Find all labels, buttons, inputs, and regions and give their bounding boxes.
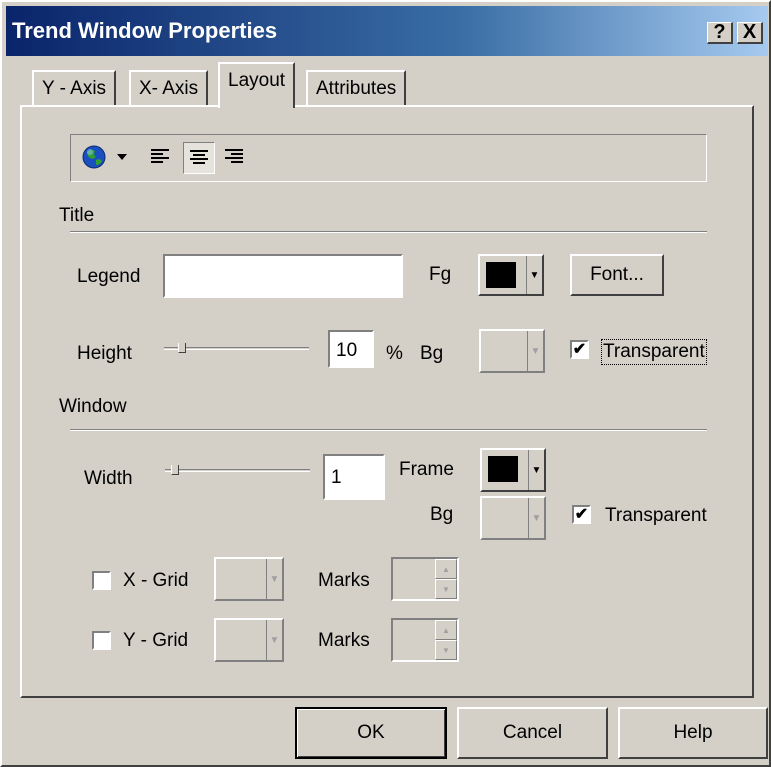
xgrid-color-picker[interactable]: ▼ bbox=[214, 557, 284, 601]
xgrid-marks-up-icon[interactable]: ▲ bbox=[435, 559, 457, 579]
fg-dropdown-arrow-icon: ▼ bbox=[526, 256, 542, 294]
height-input-value: 10 bbox=[336, 340, 358, 361]
ygrid-color-picker[interactable]: ▼ bbox=[214, 618, 284, 662]
title-separator bbox=[70, 231, 707, 233]
title-transparent-label[interactable]: Transparent bbox=[601, 339, 707, 365]
window-transparent-checkbox[interactable]: ✔ bbox=[572, 505, 591, 524]
fg-color-swatch bbox=[486, 262, 516, 288]
font-button[interactable]: Font... bbox=[570, 254, 664, 296]
tab-panel-layout bbox=[20, 105, 754, 698]
frame-dropdown-arrow-icon: ▼ bbox=[528, 450, 544, 490]
cancel-button-label: Cancel bbox=[502, 722, 563, 743]
title-bar[interactable]: Trend Window Properties ? X bbox=[6, 6, 768, 56]
ok-button-label: OK bbox=[357, 722, 385, 743]
ok-button[interactable]: OK bbox=[295, 707, 447, 759]
height-input[interactable]: 10 bbox=[328, 330, 374, 368]
help-caption-button[interactable]: ? bbox=[707, 22, 733, 44]
window-transparent-label[interactable]: Transparent bbox=[605, 505, 707, 527]
xgrid-dropdown-arrow-icon: ▼ bbox=[266, 559, 282, 599]
ygrid-marks-spinner[interactable]: ▲ ▼ bbox=[391, 618, 459, 662]
ygrid-marks-label: Marks bbox=[318, 630, 370, 651]
globe-icon[interactable] bbox=[79, 142, 109, 172]
title-format-toolbar bbox=[70, 134, 707, 182]
width-input-value: 1 bbox=[331, 467, 342, 488]
title-bg-color-picker[interactable]: ▼ bbox=[479, 329, 545, 373]
xgrid-marks-down-icon[interactable]: ▼ bbox=[435, 579, 457, 599]
ygrid-checkbox[interactable] bbox=[92, 631, 111, 650]
ygrid-marks-down-icon[interactable]: ▼ bbox=[435, 640, 457, 660]
ygrid-label[interactable]: Y - Grid bbox=[123, 630, 188, 652]
help-button-label: Help bbox=[673, 722, 713, 743]
width-slider-thumb[interactable] bbox=[171, 465, 179, 475]
xgrid-marks-label: Marks bbox=[318, 570, 370, 591]
title-bg-dropdown-arrow-icon: ▼ bbox=[527, 331, 543, 371]
width-input[interactable]: 1 bbox=[323, 454, 385, 500]
xgrid-label[interactable]: X - Grid bbox=[123, 570, 188, 592]
fg-label: Fg bbox=[429, 264, 452, 285]
ygrid-dropdown-arrow-icon: ▼ bbox=[266, 620, 282, 660]
title-section-heading: Title bbox=[59, 205, 95, 226]
xgrid-marks-spinner[interactable]: ▲ ▼ bbox=[391, 557, 459, 601]
window-title: Trend Window Properties bbox=[12, 18, 278, 43]
legend-input[interactable] bbox=[163, 254, 403, 298]
tab-layout[interactable]: Layout bbox=[218, 62, 296, 108]
tab-y-axis[interactable]: Y - Axis bbox=[32, 70, 117, 106]
tab-attributes[interactable]: Attributes bbox=[306, 70, 407, 106]
title-transparent-checkbox[interactable]: ✔ bbox=[570, 340, 589, 359]
tab-x-axis[interactable]: X- Axis bbox=[129, 70, 209, 106]
height-label: Height bbox=[77, 343, 132, 364]
align-left-icon[interactable] bbox=[145, 142, 175, 172]
frame-color-picker[interactable]: ▼ bbox=[480, 448, 546, 492]
width-label: Width bbox=[84, 468, 133, 489]
window-bg-dropdown-arrow-icon: ▼ bbox=[528, 498, 544, 538]
height-slider-thumb[interactable] bbox=[178, 343, 186, 353]
frame-label: Frame bbox=[399, 459, 454, 480]
ygrid-marks-up-icon[interactable]: ▲ bbox=[435, 620, 457, 640]
window-section-heading: Window bbox=[59, 396, 127, 417]
title-bg-label: Bg bbox=[420, 343, 444, 364]
fg-color-picker[interactable]: ▼ bbox=[478, 254, 544, 296]
window-bg-color-picker[interactable]: ▼ bbox=[480, 496, 546, 540]
align-center-icon[interactable] bbox=[183, 142, 215, 174]
legend-label: Legend bbox=[77, 266, 141, 287]
window-separator bbox=[70, 429, 707, 431]
help-button[interactable]: Help bbox=[618, 707, 768, 759]
font-button-label: Font... bbox=[590, 264, 644, 285]
window-bg-label: Bg bbox=[430, 504, 454, 525]
cancel-button[interactable]: Cancel bbox=[457, 707, 608, 759]
globe-dropdown-arrow-icon[interactable] bbox=[115, 142, 129, 172]
trend-window-properties-dialog: Trend Window Properties ? X Y - Axis X- … bbox=[0, 0, 771, 767]
close-caption-button[interactable]: X bbox=[737, 22, 763, 44]
height-unit: % bbox=[386, 343, 403, 364]
frame-color-swatch bbox=[488, 456, 518, 482]
xgrid-checkbox[interactable] bbox=[92, 571, 111, 590]
align-right-icon[interactable] bbox=[219, 142, 249, 172]
width-slider-track[interactable] bbox=[165, 469, 310, 472]
